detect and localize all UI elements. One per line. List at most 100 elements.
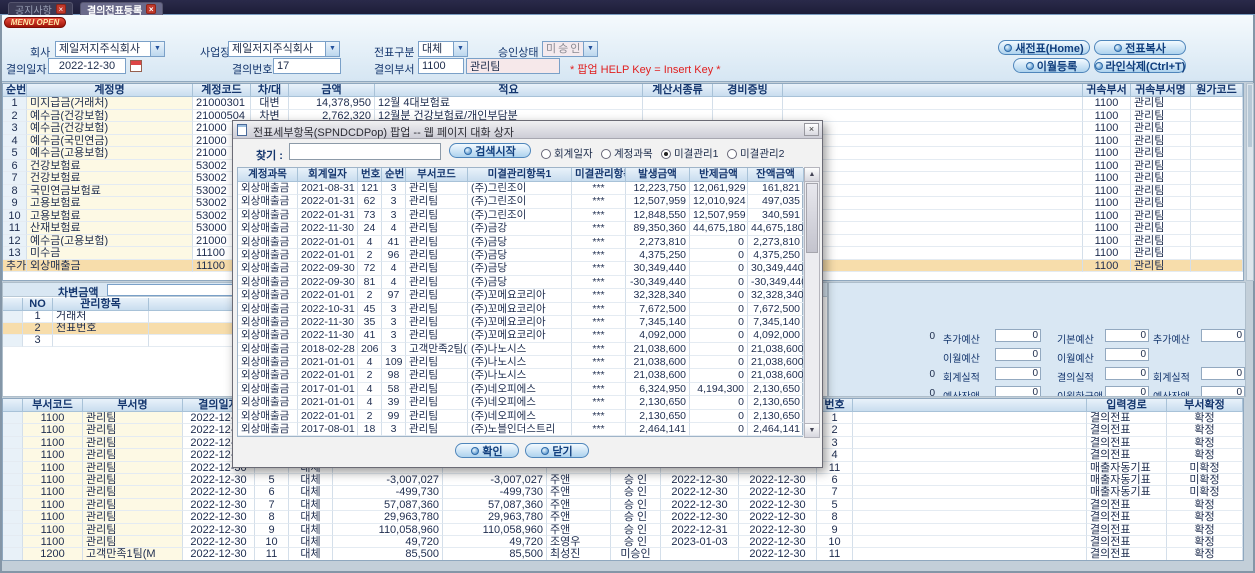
open-item-row[interactable]: 외상매출금 2022-09-30 81 4 관리팀 (주)금당 *** -30,349,440… — [238, 275, 804, 290]
budget-pre-value: 0 — [929, 369, 935, 380]
menu-open-button[interactable]: MENU OPEN — [4, 17, 66, 28]
column-header: 부서코드 — [406, 168, 468, 182]
column-header: 번호 — [358, 168, 382, 182]
radio-acct-date-label: 회계일자 — [554, 148, 593, 160]
radio-open-mgmt2[interactable]: 미결관리2 — [727, 146, 784, 161]
new-slip-button-label: 새전표(Home) — [1015, 42, 1084, 55]
cell: 관리팀 — [83, 436, 183, 450]
tab-close-icon[interactable]: × — [55, 4, 66, 14]
open-item-row[interactable]: 외상매출금 2017-01-01 4 58 관리팀 (주)네오피에스 *** 6,324,95… — [238, 382, 804, 397]
open-item-row[interactable]: 외상매출금 2022-11-30 41 3 관리팀 (주)꼬메요코리아 *** 4,092,0… — [238, 329, 804, 343]
resolution-date-input[interactable] — [48, 58, 126, 74]
open-item-row[interactable]: 외상매출금 2022-01-01 4 41 관리팀 (주)금당 *** 2,273,810 0 2… — [238, 235, 804, 249]
open-item-row[interactable]: 외상매출금 2022-01-01 2 98 관리팀 (주)나노시스 *** 21,038,60… — [238, 369, 804, 383]
cell: *** — [572, 356, 626, 370]
new-slip-button[interactable]: 새전표(Home) — [998, 40, 1090, 55]
slip-type-select[interactable]: 대체 ▼ — [418, 41, 468, 57]
column-header: 계산서종류 — [643, 84, 713, 97]
radio-acct-date[interactable]: 회계일자 — [541, 146, 593, 161]
cell: 2022-01-01 — [298, 409, 358, 424]
cell: 4 — [358, 235, 382, 249]
cell: 확정 — [1167, 498, 1243, 512]
open-item-row[interactable]: 외상매출금 2022-11-30 35 3 관리팀 (주)꼬메요코리아 *** 7,345,1… — [238, 315, 804, 330]
delete-line-button[interactable]: 라인삭제(Ctrl+T) — [1094, 58, 1186, 73]
popup-titlebar[interactable]: 전표세부항목(SPNDCDPop) 팝업 -- 웹 페이지 대화 상자 × — [233, 121, 822, 139]
popup-close-icon[interactable]: × — [804, 123, 819, 136]
cell: 미승인 — [611, 548, 661, 560]
open-item-row[interactable]: 외상매출금 2022-01-31 62 3 관리팀 (주)그린조이 *** 12,507,95… — [238, 195, 804, 209]
dept-slip-row[interactable]: 1100 관리팀 2022-12-30 9 대체 110,058,960 110,058,9… — [3, 523, 1243, 536]
open-item-row[interactable]: 외상매출금 2022-01-01 2 96 관리팀 (주)금당 *** 4,375,250 0 4… — [238, 248, 804, 263]
dept-slip-row[interactable]: 1100 관리팀 2022-12-30 8 대체 29,963,780 29,963,780… — [3, 511, 1243, 524]
debit-amount-input[interactable] — [107, 284, 233, 296]
approval-select[interactable]: 미승인 ▼ — [542, 41, 598, 57]
dept-slip-row[interactable]: 1200 고객만족1팀(M 2022-12-30 11 대체 85,500 85,500 최성… — [3, 548, 1243, 560]
open-item-row[interactable]: 외상매출금 2022-01-01 2 97 관리팀 (주)꼬메요코리아 *** 32,328,… — [238, 289, 804, 303]
cell: 관리팀 — [1131, 109, 1191, 122]
cell: 미수금 — [27, 247, 193, 260]
cell — [1191, 209, 1243, 222]
cell — [783, 184, 1083, 197]
search-input[interactable] — [289, 143, 441, 160]
tab-close-icon[interactable]: × — [146, 4, 157, 14]
radio-open-mgmt1[interactable]: 미결관리1 — [661, 146, 718, 161]
cell: 관리팀 — [83, 461, 183, 474]
slip-grid-row[interactable]: 1 미지급금(거래처) 21000301 대변 14,378,950 12월 4대보험료 1… — [3, 97, 1243, 110]
cell: 1100 — [23, 486, 83, 499]
cell: 99 — [382, 409, 406, 424]
open-item-row[interactable]: 외상매출금 2022-01-01 2 99 관리팀 (주)네오피에스 *** 2,130,65… — [238, 409, 804, 424]
cell: 고용보험료 — [27, 209, 193, 222]
budget-label: 기본예산 — [1057, 335, 1094, 346]
cell: 승 인 — [611, 511, 661, 524]
search-start-button[interactable]: 검색시작 — [449, 143, 531, 158]
calendar-icon[interactable] — [130, 60, 142, 72]
open-item-row[interactable]: 외상매출금 2022-10-31 45 3 관리팀 (주)꼬메요코리아 *** 7,672,5… — [238, 302, 804, 316]
dept-slip-row[interactable]: 1100 관리팀 2022-12-30 5 대체 -3,007,027 -3,007,027… — [3, 473, 1243, 487]
cell: 확정 — [1167, 535, 1243, 549]
open-item-row[interactable]: 외상매출금 2017-08-01 18 3 관리팀 (주)노블인더스트리 *** 2,464,… — [238, 423, 804, 437]
open-item-row[interactable]: 외상매출금 2021-01-01 4 109 관리팀 (주)나노시스 *** 21,038,6… — [238, 356, 804, 370]
tab-slip-register[interactable]: 결의전표등록 × — [80, 2, 164, 17]
scroll-thumb[interactable] — [1248, 85, 1252, 147]
dept-slip-row[interactable]: 1100 관리팀 2022-12-30 10 대체 49,720 49,720 조영우 승 인2… — [3, 535, 1243, 549]
tab-notice[interactable]: 공지사항 × — [8, 2, 73, 17]
dept-slip-row[interactable]: 1100 관리팀 2022-12-30 6 대체 -499,730 -499,730 주앤 승 … — [3, 486, 1243, 499]
open-item-row[interactable]: 외상매출금 2022-01-31 73 3 관리팀 (주)그린조이 *** 12,848,55… — [238, 208, 804, 223]
carryover-button[interactable]: 이월등록 — [1013, 58, 1090, 73]
cell: 관리팀 — [83, 473, 183, 487]
cell: 미확정 — [1167, 461, 1243, 474]
cell — [853, 486, 1087, 499]
open-item-row[interactable]: 외상매출금 2021-08-31 121 3 관리팀 (주)그린조이 *** 12,223,7… — [238, 182, 804, 196]
column-header: 발생금액 — [626, 168, 690, 182]
close-button[interactable]: 닫기 — [525, 443, 589, 458]
cell: 미확정 — [1167, 486, 1243, 499]
resolution-no-input[interactable] — [273, 58, 341, 74]
cell: 110,058,960 — [333, 523, 443, 536]
radio-account[interactable]: 계정과목 — [601, 146, 653, 161]
scroll-down-icon[interactable]: ▼ — [805, 423, 819, 437]
dept-code-input[interactable] — [418, 58, 464, 74]
carryover-button-label: 이월등록 — [1036, 60, 1078, 73]
cell: 110,058,960 — [443, 523, 547, 536]
scroll-up-icon[interactable]: ▲ — [805, 168, 819, 182]
scroll-thumb[interactable] — [806, 183, 818, 253]
cell: 2,130,650 — [748, 409, 804, 424]
open-item-row[interactable]: 외상매출금 2022-11-30 24 4 관리팀 (주)금강 *** 89,350,360 4… — [238, 222, 804, 236]
site-select[interactable]: 제일저지주식회사 ▼ — [228, 41, 340, 57]
column-header: 부서코드 — [23, 399, 83, 412]
dept-slip-row[interactable]: 1100 관리팀 2022-12-30 7 대체 57,087,360 57,087,360… — [3, 498, 1243, 512]
cell: 12,507,959 — [690, 208, 748, 223]
cell: 외상매출금 — [238, 356, 298, 370]
open-item-row[interactable]: 외상매출금 2022-09-30 72 4 관리팀 (주)금당 *** 30,349,440 0… — [238, 262, 804, 276]
popup-scrollbar[interactable]: ▲ ▼ — [804, 167, 820, 438]
cell: 2022-12-30 — [661, 473, 739, 487]
open-item-row[interactable]: 외상매출금2018-02-282063고객만족2팀(JJ(주)나노시스***21… — [238, 342, 804, 357]
cell: 18 — [358, 423, 382, 437]
grid-scrollbar[interactable] — [1246, 83, 1254, 281]
company-select[interactable]: 제일저지주식회사 ▼ — [55, 41, 165, 57]
cell: 관리팀 — [83, 535, 183, 549]
ok-button[interactable]: 확인 — [455, 443, 519, 458]
copy-slip-button[interactable]: 전표복사 — [1094, 40, 1186, 55]
open-item-row[interactable]: 외상매출금 2021-01-01 4 39 관리팀 (주)네오피에스 *** 2,130,65… — [238, 396, 804, 410]
cell: 외상매출금 — [238, 369, 298, 383]
